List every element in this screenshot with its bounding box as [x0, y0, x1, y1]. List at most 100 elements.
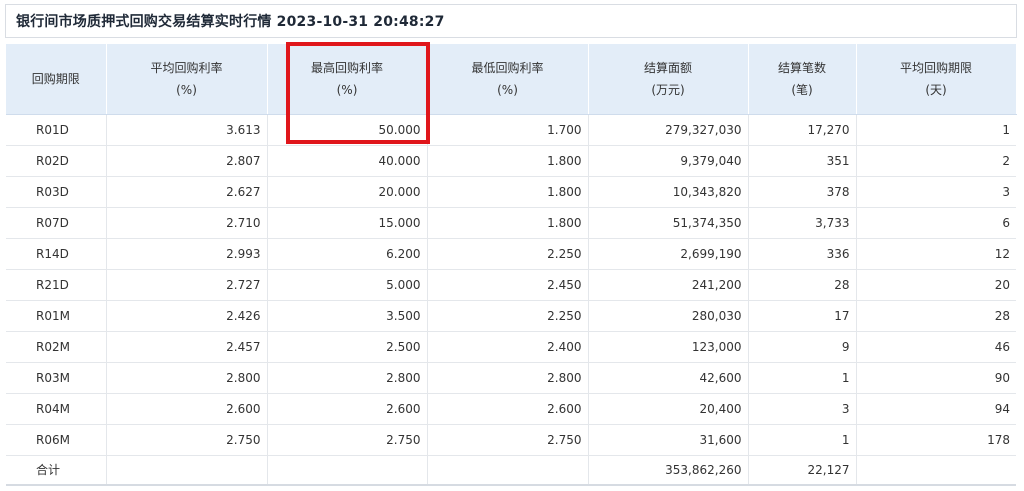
total-cell-settlement-count: 22,127 [748, 455, 857, 486]
cell-max-rate: 5.000 [267, 269, 428, 301]
cell-avg-rate: 3.613 [106, 114, 268, 146]
table-row: R04M 2.600 2.600 2.600 20,400 3 94 [6, 393, 1016, 425]
cell-settlement-amount: 123,000 [588, 331, 749, 363]
cell-max-rate: 2.800 [267, 362, 428, 394]
cell-max-rate: 2.600 [267, 393, 428, 425]
total-cell-max-rate [267, 455, 428, 486]
table-body: R01D 3.613 50.000 1.700 279,327,030 17,270 1 R0… [6, 114, 1016, 486]
cell-max-rate: 15.000 [267, 207, 428, 239]
cell-settlement-count: 336 [748, 238, 857, 270]
cell-settlement-amount: 2,699,190 [588, 238, 749, 270]
header-settlement-count[interactable]: 结算笔数 (笔) [748, 44, 857, 115]
header-avg-term[interactable]: 平均回购期限 (天) [856, 44, 1017, 115]
cell-avg-rate: 2.426 [106, 300, 268, 332]
cell-min-rate: 2.750 [427, 424, 589, 456]
cell-max-rate: 3.500 [267, 300, 428, 332]
table-row: R07D 2.710 15.000 1.800 51,374,350 3,733 6 [6, 207, 1016, 239]
cell-avg-rate: 2.800 [106, 362, 268, 394]
total-cell-term: 合计 [6, 455, 107, 486]
cell-term: R02D [6, 145, 107, 177]
cell-settlement-count: 3,733 [748, 207, 857, 239]
cell-settlement-count: 9 [748, 331, 857, 363]
header-min-rate[interactable]: 最低回购利率 (%) [427, 44, 589, 115]
cell-avg-rate: 2.710 [106, 207, 268, 239]
cell-settlement-count: 378 [748, 176, 857, 208]
cell-settlement-count: 3 [748, 393, 857, 425]
header-settlement-amount[interactable]: 结算面额 (万元) [588, 44, 749, 115]
cell-term: R01M [6, 300, 107, 332]
table-row: R02M 2.457 2.500 2.400 123,000 9 46 [6, 331, 1016, 363]
cell-min-rate: 2.800 [427, 362, 589, 394]
cell-avg-term: 1 [856, 114, 1016, 146]
page-title: 银行间市场质押式回购交易结算实时行情 2023-10-31 20:48:27 [16, 14, 445, 30]
cell-settlement-amount: 9,379,040 [588, 145, 749, 177]
cell-settlement-amount: 51,374,350 [588, 207, 749, 239]
total-cell-settlement-amount: 353,862,260 [588, 455, 749, 486]
cell-avg-term: 3 [856, 176, 1016, 208]
repo-rates-table: 回购期限 平均回购利率 (%) 最高回购利率 (%) 最低回购利率 (%) 结算面额(… [6, 44, 1017, 486]
total-row: 合计 353,862,260 22,127 [6, 455, 1016, 486]
cell-settlement-amount: 280,030 [588, 300, 749, 332]
cell-term: R03M [6, 362, 107, 394]
cell-min-rate: 2.250 [427, 238, 589, 270]
cell-avg-rate: 2.600 [106, 393, 268, 425]
cell-settlement-amount: 31,600 [588, 424, 749, 456]
cell-min-rate: 1.800 [427, 207, 589, 239]
table-row: R01D 3.613 50.000 1.700 279,327,030 17,270 1 [6, 114, 1016, 146]
cell-max-rate: 2.750 [267, 424, 428, 456]
cell-min-rate: 2.400 [427, 331, 589, 363]
cell-settlement-count: 1 [748, 424, 857, 456]
cell-max-rate: 40.000 [267, 145, 428, 177]
cell-avg-rate: 2.993 [106, 238, 268, 270]
header-avg-rate[interactable]: 平均回购利率 (%) [106, 44, 268, 115]
cell-avg-rate: 2.807 [106, 145, 268, 177]
cell-min-rate: 2.450 [427, 269, 589, 301]
cell-avg-term: 46 [856, 331, 1016, 363]
cell-max-rate: 6.200 [267, 238, 428, 270]
cell-avg-term: 178 [856, 424, 1016, 456]
total-cell-avg-rate [106, 455, 268, 486]
cell-settlement-amount: 279,327,030 [588, 114, 749, 146]
cell-settlement-count: 17,270 [748, 114, 857, 146]
cell-term: R21D [6, 269, 107, 301]
cell-avg-rate: 2.457 [106, 331, 268, 363]
cell-avg-rate: 2.750 [106, 424, 268, 456]
cell-min-rate: 1.800 [427, 145, 589, 177]
cell-settlement-count: 17 [748, 300, 857, 332]
cell-settlement-amount: 10,343,820 [588, 176, 749, 208]
repo-table-container: 回购期限 平均回购利率 (%) 最高回购利率 (%) 最低回购利率 (%) 结算面额(… [6, 44, 1017, 486]
cell-max-rate: 2.500 [267, 331, 428, 363]
cell-term: R02M [6, 331, 107, 363]
cell-min-rate: 1.800 [427, 176, 589, 208]
cell-avg-term: 94 [856, 393, 1016, 425]
header-max-rate[interactable]: 最高回购利率 (%) [267, 44, 428, 115]
table-row: R14D 2.993 6.200 2.250 2,699,190 336 12 [6, 238, 1016, 270]
cell-avg-term: 20 [856, 269, 1016, 301]
total-cell-min-rate [427, 455, 589, 486]
table-row: R06M 2.750 2.750 2.750 31,600 1 178 [6, 424, 1016, 456]
cell-avg-term: 90 [856, 362, 1016, 394]
table-header-row: 回购期限 平均回购利率 (%) 最高回购利率 (%) 最低回购利率 (%) 结算面额(… [6, 44, 1017, 115]
cell-settlement-count: 1 [748, 362, 857, 394]
cell-avg-term: 2 [856, 145, 1016, 177]
cell-settlement-amount: 20,400 [588, 393, 749, 425]
cell-term: R07D [6, 207, 107, 239]
cell-min-rate: 2.600 [427, 393, 589, 425]
cell-avg-rate: 2.727 [106, 269, 268, 301]
cell-avg-term: 28 [856, 300, 1016, 332]
cell-term: R14D [6, 238, 107, 270]
cell-max-rate: 20.000 [267, 176, 428, 208]
cell-min-rate: 2.250 [427, 300, 589, 332]
cell-avg-rate: 2.627 [106, 176, 268, 208]
header-term[interactable]: 回购期限 [6, 44, 107, 115]
cell-settlement-count: 28 [748, 269, 857, 301]
table-row: R02D 2.807 40.000 1.800 9,379,040 351 2 [6, 145, 1016, 177]
cell-avg-term: 6 [856, 207, 1016, 239]
cell-settlement-amount: 241,200 [588, 269, 749, 301]
table-row: R03D 2.627 20.000 1.800 10,343,820 378 3 [6, 176, 1016, 208]
title-bar: 银行间市场质押式回购交易结算实时行情 2023-10-31 20:48:27 [5, 4, 1017, 38]
cell-term: R04M [6, 393, 107, 425]
cell-avg-term: 12 [856, 238, 1016, 270]
cell-max-rate: 50.000 [267, 114, 428, 146]
table-row: R21D 2.727 5.000 2.450 241,200 28 20 [6, 269, 1016, 301]
